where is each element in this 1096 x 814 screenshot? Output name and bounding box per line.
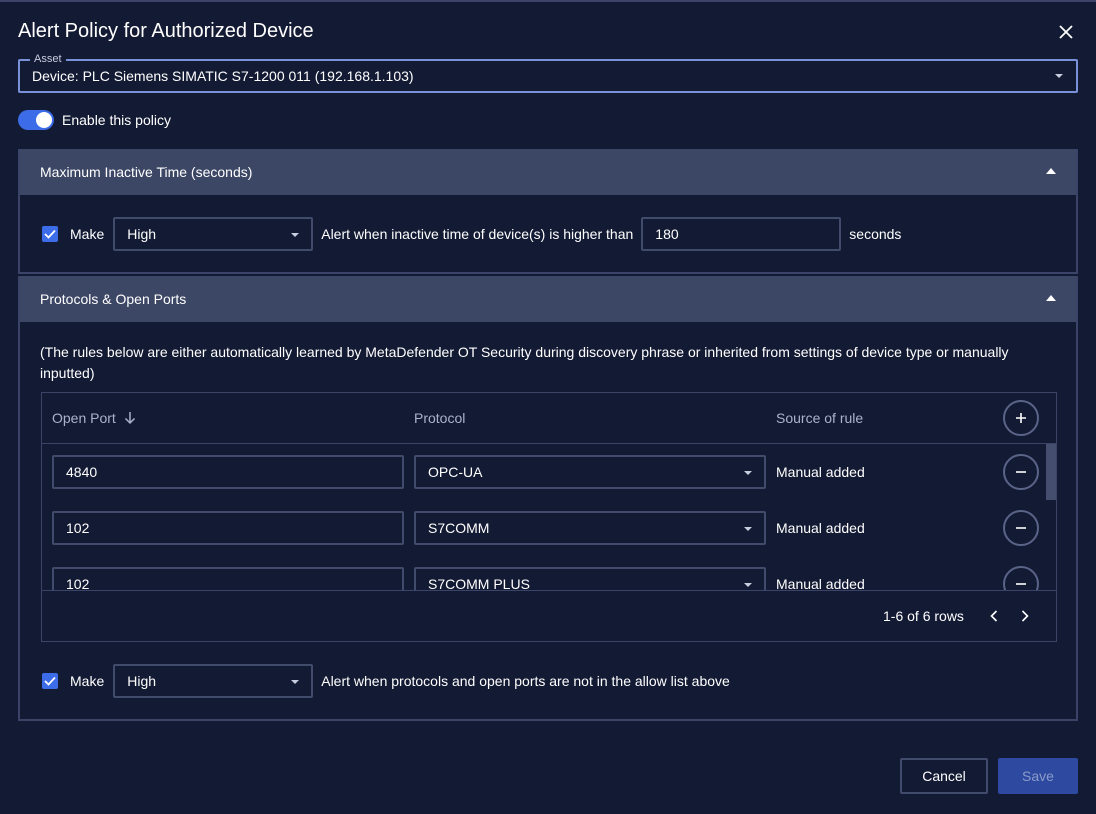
column-source: Source of rule bbox=[776, 410, 863, 426]
chevron-down-icon bbox=[291, 680, 300, 684]
chevron-up-icon[interactable] bbox=[1046, 295, 1056, 301]
chevron-down-icon bbox=[744, 583, 752, 587]
port-input[interactable]: 4840 bbox=[52, 455, 404, 489]
table-row: 102 S7COMM Manual added bbox=[42, 500, 1042, 556]
inactive-time-header[interactable]: Maximum Inactive Time (seconds) bbox=[20, 149, 1076, 195]
inactive-alert-text: Alert when inactive time of device(s) is… bbox=[321, 226, 634, 242]
ports-severity-select[interactable]: High bbox=[113, 664, 314, 698]
table-scrollbar[interactable] bbox=[1046, 444, 1056, 500]
chevron-down-icon bbox=[744, 471, 752, 475]
chevron-up-icon[interactable] bbox=[1046, 168, 1056, 174]
inactive-time-section: Maximum Inactive Time (seconds) Make Hig… bbox=[18, 149, 1078, 274]
threshold-value: 180 bbox=[655, 226, 679, 242]
remove-rule-button[interactable] bbox=[1003, 510, 1039, 546]
ports-make-row: Make High Alert when protocols and open … bbox=[42, 664, 730, 698]
minus-icon bbox=[1016, 583, 1026, 585]
column-protocol: Protocol bbox=[414, 410, 465, 426]
severity-value: High bbox=[127, 673, 157, 689]
port-input[interactable]: 102 bbox=[52, 567, 404, 590]
close-icon bbox=[1059, 25, 1073, 39]
chevron-down-icon bbox=[291, 233, 300, 237]
protocol-value: S7COMM PLUS bbox=[428, 576, 530, 590]
inactive-make-row: Make High Alert when inactive time of de… bbox=[42, 217, 901, 251]
seconds-label: seconds bbox=[849, 226, 902, 242]
toggle-knob bbox=[36, 112, 52, 128]
make-label: Make bbox=[70, 226, 105, 242]
table-row: 4840 OPC-UA Manual added bbox=[42, 444, 1042, 500]
asset-value: Device: PLC Siemens SIMATIC S7-1200 011 … bbox=[32, 68, 414, 84]
port-value: 4840 bbox=[66, 464, 98, 480]
inactive-severity-select[interactable]: High bbox=[113, 217, 314, 251]
ports-table: Open Port Protocol Source of rule 4840 O… bbox=[41, 392, 1057, 642]
chevron-right-icon bbox=[1021, 610, 1029, 622]
column-label: Protocol bbox=[414, 410, 466, 426]
table-footer: 1-6 of 6 rows bbox=[42, 590, 1056, 641]
protocol-value: S7COMM bbox=[428, 520, 490, 536]
dialog-title: Alert Policy for Authorized Device bbox=[18, 20, 314, 42]
rules-info-text: (The rules below are either automaticall… bbox=[40, 344, 1009, 381]
enable-policy-label: Enable this policy bbox=[62, 112, 171, 128]
cancel-button[interactable]: Cancel bbox=[900, 758, 988, 794]
section-title: Protocols & Open Ports bbox=[40, 291, 187, 307]
make-label: Make bbox=[70, 673, 105, 689]
chevron-down-icon bbox=[1055, 74, 1063, 78]
arrow-down-icon bbox=[124, 412, 135, 425]
chevron-left-icon bbox=[990, 610, 998, 622]
check-icon bbox=[44, 229, 56, 239]
source-value: Manual added bbox=[776, 464, 865, 480]
protocol-select[interactable]: S7COMM bbox=[414, 511, 766, 545]
next-page-button[interactable] bbox=[1015, 606, 1035, 626]
inactive-threshold-input[interactable]: 180 bbox=[641, 217, 842, 251]
asset-legend: Asset bbox=[30, 52, 66, 66]
minus-icon bbox=[1016, 527, 1026, 529]
check-icon bbox=[44, 676, 56, 686]
port-input[interactable]: 102 bbox=[52, 511, 404, 545]
port-value: 102 bbox=[66, 576, 90, 590]
protocol-select[interactable]: S7COMM PLUS bbox=[414, 567, 766, 590]
minus-icon bbox=[1016, 471, 1026, 473]
enable-policy-row: Enable this policy bbox=[18, 110, 171, 130]
prev-page-button[interactable] bbox=[984, 606, 1004, 626]
port-value: 102 bbox=[66, 520, 90, 536]
asset-select[interactable]: Asset Device: PLC Siemens SIMATIC S7-120… bbox=[18, 52, 1078, 93]
close-button[interactable] bbox=[1054, 20, 1078, 44]
ports-alert-text: Alert when protocols and open ports are … bbox=[321, 673, 730, 689]
protocols-header[interactable]: Protocols & Open Ports bbox=[20, 276, 1076, 322]
source-value: Manual added bbox=[776, 576, 865, 590]
column-label: Source of rule bbox=[776, 410, 864, 426]
top-border bbox=[0, 0, 1096, 2]
column-open-port[interactable]: Open Port bbox=[52, 410, 136, 426]
table-header: Open Port Protocol Source of rule bbox=[42, 393, 1056, 444]
remove-rule-button[interactable] bbox=[1003, 454, 1039, 490]
pagination-text: 1-6 of 6 rows bbox=[883, 608, 964, 624]
protocol-value: OPC-UA bbox=[428, 464, 483, 480]
table-row: 102 S7COMM PLUS Manual added bbox=[42, 556, 1042, 590]
table-body: 4840 OPC-UA Manual added 102 S7COMM Manu… bbox=[42, 444, 1056, 590]
save-button[interactable]: Save bbox=[998, 758, 1078, 794]
protocol-select[interactable]: OPC-UA bbox=[414, 455, 766, 489]
add-rule-button[interactable] bbox=[1003, 400, 1039, 436]
inactive-make-checkbox[interactable] bbox=[42, 226, 58, 242]
ports-make-checkbox[interactable] bbox=[42, 673, 58, 689]
column-label: Open Port bbox=[52, 410, 116, 426]
section-title: Maximum Inactive Time (seconds) bbox=[40, 164, 253, 180]
severity-value: High bbox=[127, 226, 157, 242]
chevron-down-icon bbox=[744, 527, 752, 531]
plus-icon bbox=[1016, 413, 1026, 423]
source-value: Manual added bbox=[776, 520, 865, 536]
enable-policy-toggle[interactable] bbox=[18, 110, 54, 130]
protocols-section: Protocols & Open Ports (The rules below … bbox=[18, 276, 1078, 721]
remove-rule-button[interactable] bbox=[1003, 566, 1039, 590]
